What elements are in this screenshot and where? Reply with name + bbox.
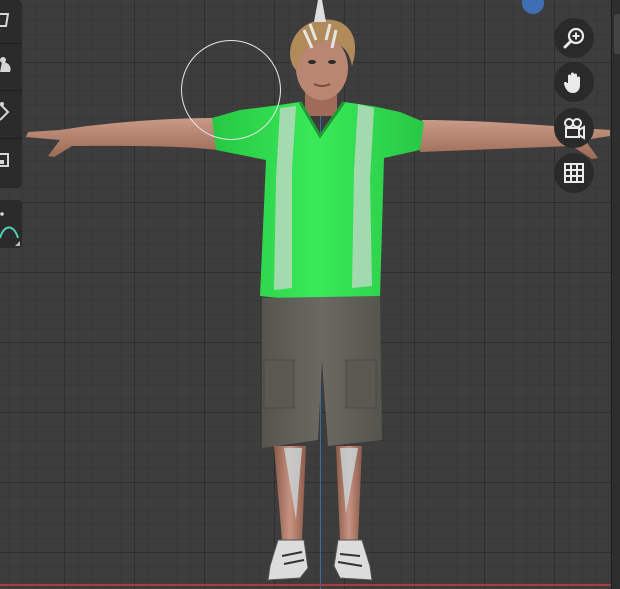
gray-shorts bbox=[262, 296, 382, 448]
draw-icon bbox=[0, 13, 10, 27]
hand-icon bbox=[563, 72, 580, 93]
tool-separator bbox=[0, 43, 22, 44]
left-arm bbox=[26, 118, 218, 157]
sidebar-toggle-tab[interactable] bbox=[614, 14, 620, 54]
magnifier-plus-icon bbox=[563, 27, 585, 49]
box-tool[interactable] bbox=[0, 142, 22, 182]
vertex-diamond-icon bbox=[0, 102, 10, 121]
tool-expand-corner bbox=[15, 241, 20, 246]
grid-icon bbox=[564, 163, 584, 183]
sidebar-edge[interactable] bbox=[611, 0, 620, 589]
pan-button[interactable] bbox=[554, 62, 594, 102]
vertex-tool[interactable] bbox=[0, 94, 22, 134]
sculpt-tool[interactable] bbox=[0, 46, 22, 86]
sneakers bbox=[267, 539, 373, 581]
tool-separator bbox=[0, 90, 22, 91]
3d-viewport[interactable] bbox=[0, 0, 620, 589]
mesh-blob-icon bbox=[0, 57, 11, 72]
zoom-button[interactable] bbox=[554, 18, 594, 58]
green-shirt bbox=[212, 101, 424, 303]
tool-separator bbox=[0, 138, 22, 139]
camera-icon bbox=[564, 118, 585, 140]
camera-button[interactable] bbox=[554, 108, 594, 148]
tool-shelf bbox=[0, 0, 22, 188]
character-model[interactable] bbox=[0, 0, 620, 589]
curve-tool[interactable] bbox=[0, 200, 22, 248]
legs bbox=[274, 446, 362, 540]
box-icon bbox=[0, 153, 9, 167]
head bbox=[290, 19, 356, 100]
draw-tool[interactable] bbox=[0, 0, 22, 40]
grid-toggle-button[interactable] bbox=[554, 153, 594, 193]
